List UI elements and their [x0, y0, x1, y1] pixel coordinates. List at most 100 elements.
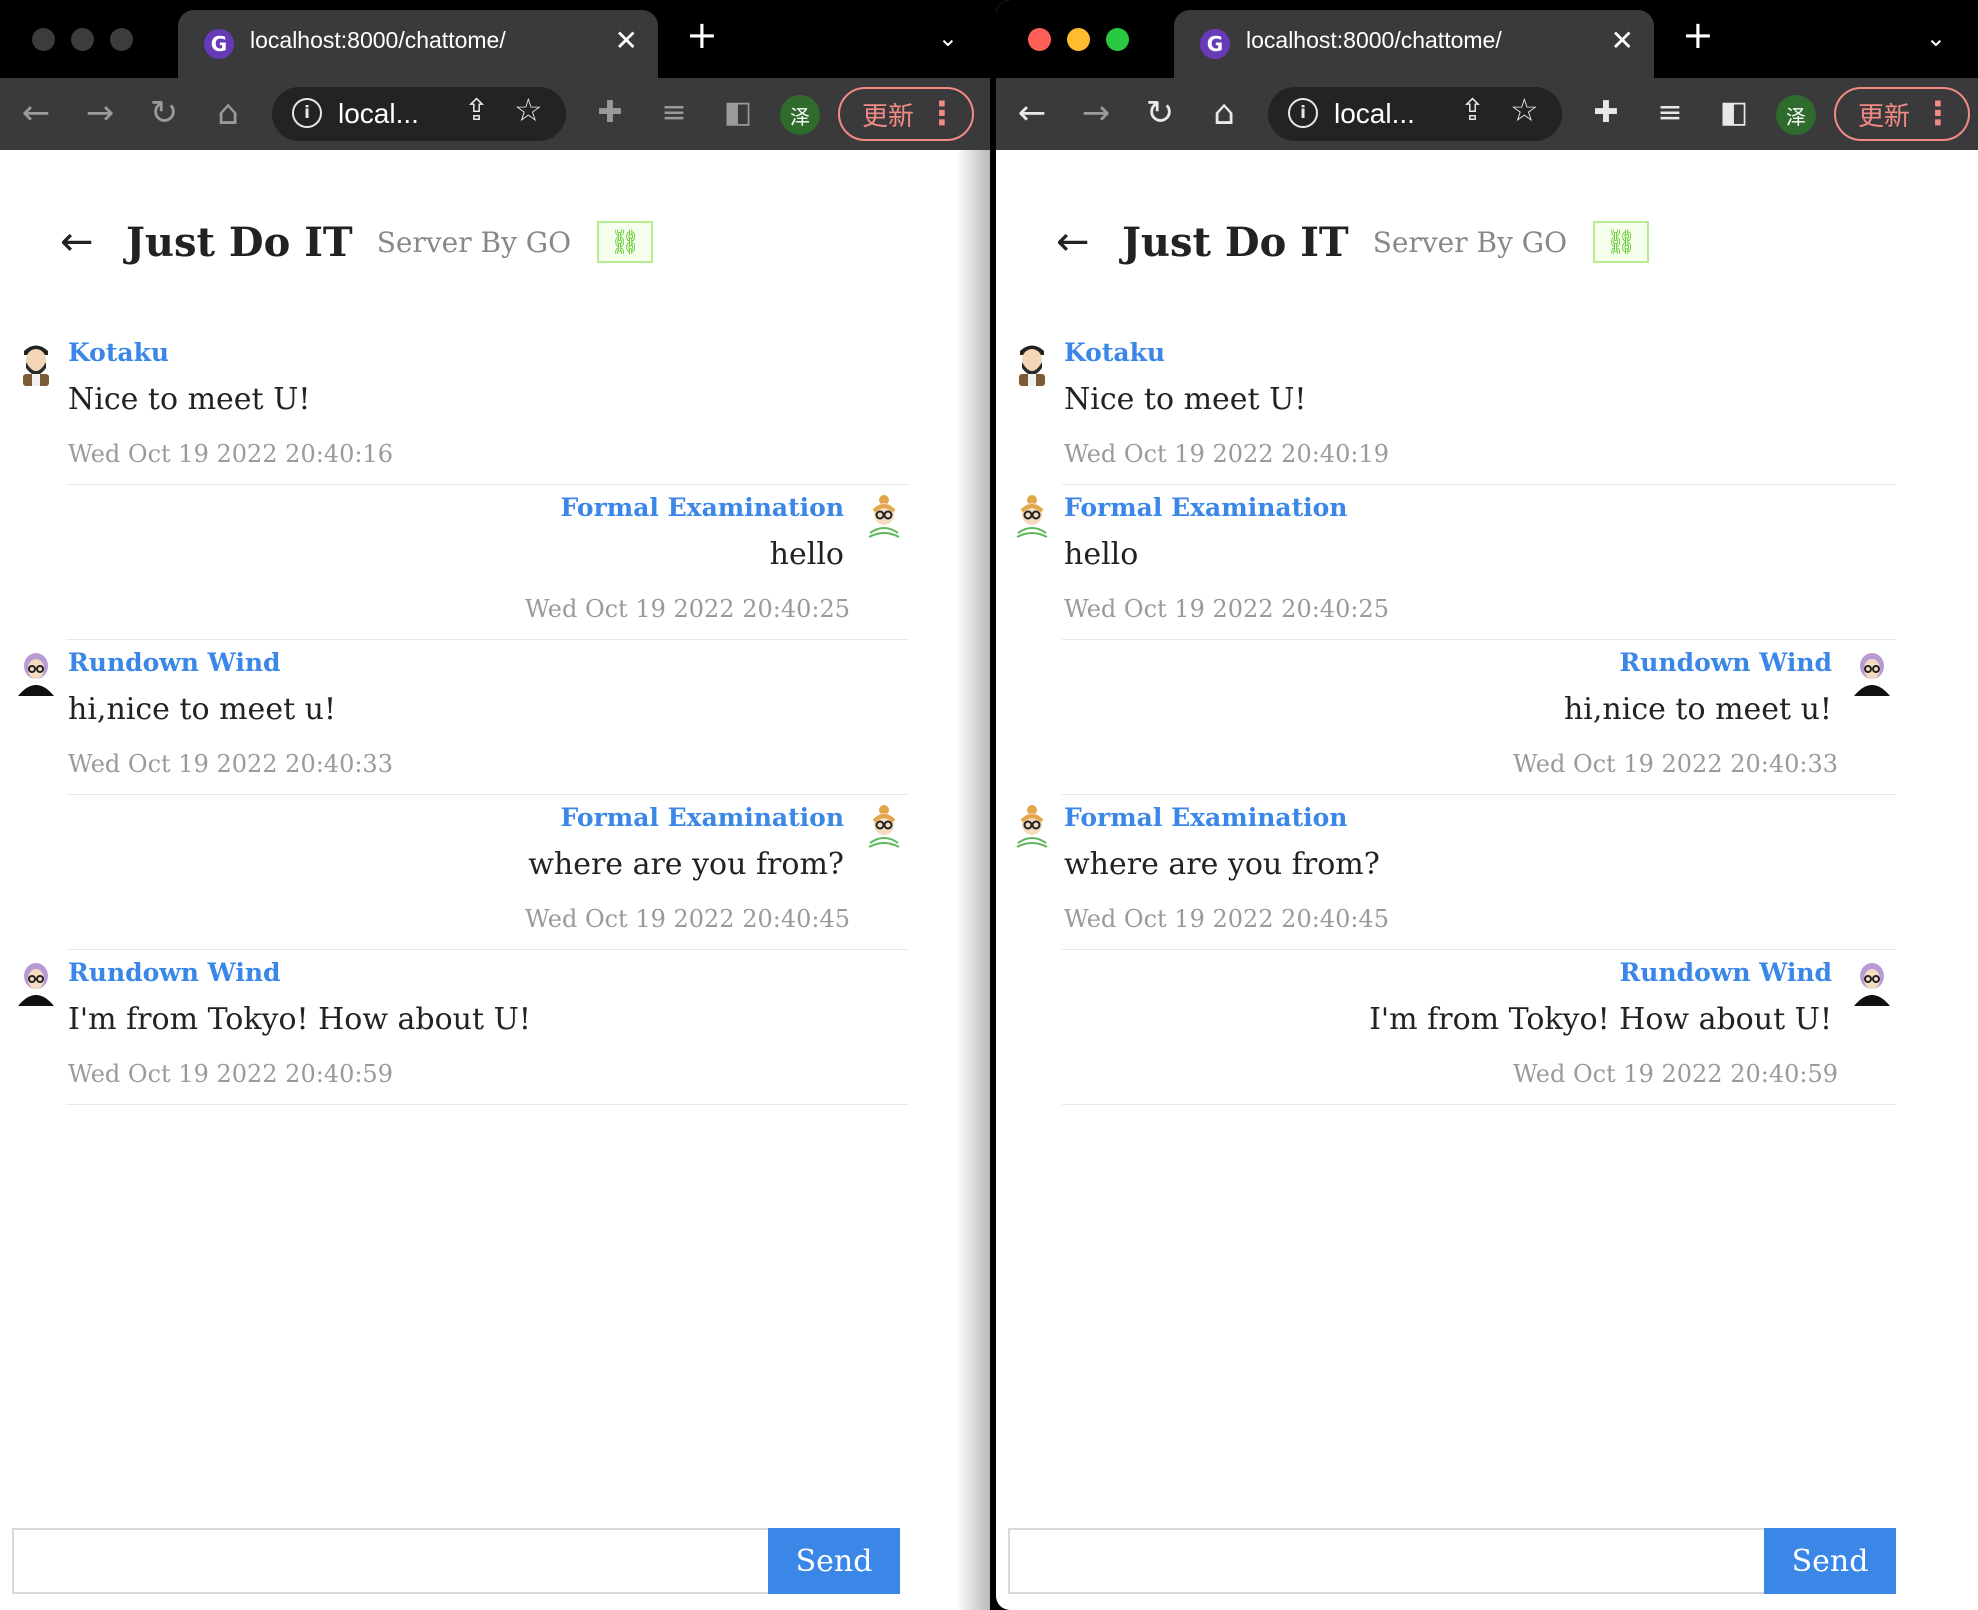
back-arrow-icon[interactable]: ← — [1012, 91, 1052, 135]
message-input[interactable] — [1008, 1528, 1764, 1594]
back-arrow-icon[interactable]: ← — [1056, 219, 1120, 265]
message-text: I'm from Tokyo! How about U! — [68, 1002, 531, 1037]
message-item: Rundown Wind I'm from Tokyo! How about U… — [1062, 950, 1896, 1105]
link-icon[interactable]: ⛓ — [597, 221, 654, 263]
bookmark-star-icon[interactable]: ☆ — [514, 91, 543, 129]
send-button[interactable]: Send — [1764, 1528, 1896, 1594]
kebab-menu-icon[interactable]: ⋮ — [926, 93, 958, 133]
message-text: hi,nice to meet u! — [68, 692, 337, 727]
side-panel-icon[interactable]: ◧ — [1714, 91, 1754, 135]
reload-icon[interactable]: ↻ — [1140, 91, 1180, 135]
message-timestamp: Wed Oct 19 2022 20:40:19 — [1064, 440, 1389, 468]
close-window-button[interactable] — [32, 28, 55, 51]
profile-icon[interactable]: 泽 — [780, 95, 820, 135]
message-text: where are you from? — [1064, 847, 1380, 882]
page-title: Just Do IT — [126, 218, 353, 266]
window-controls — [32, 28, 133, 51]
bearded-man-avatar-icon — [23, 345, 49, 386]
tab-strip: G localhost:8000/chattome/ ✕ + ⌄ — [996, 0, 1978, 78]
page-subtitle: Server By GO — [1372, 225, 1568, 259]
new-tab-icon[interactable]: + — [686, 16, 718, 54]
sender-name: Rundown Wind — [68, 648, 281, 677]
address-bar[interactable]: i local... ⇪ ☆ — [1268, 87, 1562, 141]
bearded-man-avatar-icon — [1019, 345, 1045, 386]
site-info-icon[interactable]: i — [1288, 98, 1318, 128]
kebab-menu-icon[interactable]: ⋮ — [1922, 93, 1954, 133]
glasses-woman-avatar-icon — [868, 805, 900, 848]
sender-name: Formal Examination — [1064, 493, 1348, 522]
message-timestamp: Wed Oct 19 2022 20:40:25 — [525, 595, 850, 623]
zoom-window-button[interactable] — [1106, 28, 1129, 51]
share-icon[interactable]: ⇪ — [1460, 93, 1485, 128]
tab-title: localhost:8000/chattome/ — [1246, 27, 1502, 53]
home-icon[interactable]: ⌂ — [1204, 91, 1244, 135]
sender-name: Formal Examination — [560, 493, 844, 522]
sender-name: Rundown Wind — [1619, 648, 1832, 677]
message-text: hi,nice to meet u! — [1563, 692, 1832, 727]
message-timestamp: Wed Oct 19 2022 20:40:45 — [1064, 905, 1389, 933]
back-arrow-icon[interactable]: ← — [16, 91, 56, 135]
sender-name: Formal Examination — [560, 803, 844, 832]
home-icon[interactable]: ⌂ — [208, 91, 248, 135]
reload-icon[interactable]: ↻ — [144, 91, 184, 135]
message-timestamp: Wed Oct 19 2022 20:40:16 — [68, 440, 393, 468]
chat-header: ← Just Do IT Server By GO ⛓ — [1056, 212, 1650, 272]
update-button[interactable]: 更新 ⋮ — [838, 87, 974, 141]
close-tab-icon[interactable]: ✕ — [1611, 24, 1634, 57]
update-label: 更新 — [862, 101, 915, 132]
tab-chattome[interactable]: G localhost:8000/chattome/ ✕ — [1174, 10, 1654, 78]
back-arrow-icon[interactable]: ← — [60, 219, 124, 265]
reading-list-icon[interactable]: ≡ — [1650, 91, 1690, 135]
tab-search-chevron-icon[interactable]: ⌄ — [938, 26, 958, 50]
close-tab-icon[interactable]: ✕ — [615, 24, 638, 57]
bookmark-star-icon[interactable]: ☆ — [1510, 91, 1539, 129]
zoom-window-button[interactable] — [110, 28, 133, 51]
purple-hair-avatar-icon — [1854, 653, 1890, 696]
purple-hair-avatar-icon — [1854, 963, 1890, 1006]
message-text: Nice to meet U! — [68, 382, 311, 417]
message-timestamp: Wed Oct 19 2022 20:40:25 — [1064, 595, 1389, 623]
address-bar[interactable]: i local... ⇪ ☆ — [272, 87, 566, 141]
update-label: 更新 — [1858, 101, 1911, 132]
window-controls — [1028, 28, 1129, 51]
message-item: Rundown Wind hi,nice to meet u! Wed Oct … — [1062, 640, 1896, 795]
tab-search-chevron-icon[interactable]: ⌄ — [1926, 26, 1946, 50]
link-icon[interactable]: ⛓ — [1593, 221, 1650, 263]
browser-toolbar: ← → ↻ ⌂ i local... ⇪ ☆ ✚ ≡ ◧ 泽 更新 ⋮ — [996, 78, 1978, 150]
sender-name: Kotaku — [68, 338, 170, 367]
sender-name: Rundown Wind — [68, 958, 281, 987]
message-input[interactable] — [12, 1528, 768, 1594]
update-button[interactable]: 更新 ⋮ — [1834, 87, 1970, 141]
address-url[interactable]: local... — [1334, 98, 1415, 130]
minimize-window-button[interactable] — [1067, 28, 1090, 51]
forward-arrow-icon[interactable]: → — [1076, 91, 1116, 135]
extensions-icon[interactable]: ✚ — [1586, 91, 1626, 135]
tab-chattome[interactable]: G localhost:8000/chattome/ ✕ — [178, 10, 658, 78]
message-timestamp: Wed Oct 19 2022 20:40:59 — [68, 1060, 393, 1088]
send-button[interactable]: Send — [768, 1528, 900, 1594]
site-info-icon[interactable]: i — [292, 98, 322, 128]
profile-icon[interactable]: 泽 — [1776, 95, 1816, 135]
sender-name: Kotaku — [1064, 338, 1166, 367]
chat-header: ← Just Do IT Server By GO ⛓ — [60, 212, 654, 272]
forward-arrow-icon[interactable]: → — [80, 91, 120, 135]
message-timestamp: Wed Oct 19 2022 20:40:59 — [1513, 1060, 1838, 1088]
address-url[interactable]: local... — [338, 98, 419, 130]
browser-window-left: G localhost:8000/chattome/ ✕ + ⌄ ← → ↻ ⌂… — [0, 0, 990, 1610]
message-timestamp: Wed Oct 19 2022 20:40:33 — [68, 750, 393, 778]
extensions-icon[interactable]: ✚ — [590, 91, 630, 135]
message-text: hello — [769, 537, 844, 572]
reading-list-icon[interactable]: ≡ — [654, 91, 694, 135]
message-text: I'm from Tokyo! How about U! — [1369, 1002, 1832, 1037]
minimize-window-button[interactable] — [71, 28, 94, 51]
new-tab-icon[interactable]: + — [1682, 16, 1714, 54]
side-panel-icon[interactable]: ◧ — [718, 91, 758, 135]
message-item: Formal Examination where are you from? W… — [66, 795, 908, 950]
message-item: Kotaku Nice to meet U! Wed Oct 19 2022 2… — [1019, 330, 1896, 485]
message-composer: Send — [1008, 1528, 1896, 1594]
message-item: Rundown Wind I'm from Tokyo! How about U… — [18, 950, 908, 1105]
tab-strip: G localhost:8000/chattome/ ✕ + ⌄ — [0, 0, 990, 78]
purple-hair-avatar-icon — [18, 653, 54, 696]
close-window-button[interactable] — [1028, 28, 1051, 51]
share-icon[interactable]: ⇪ — [464, 93, 489, 128]
